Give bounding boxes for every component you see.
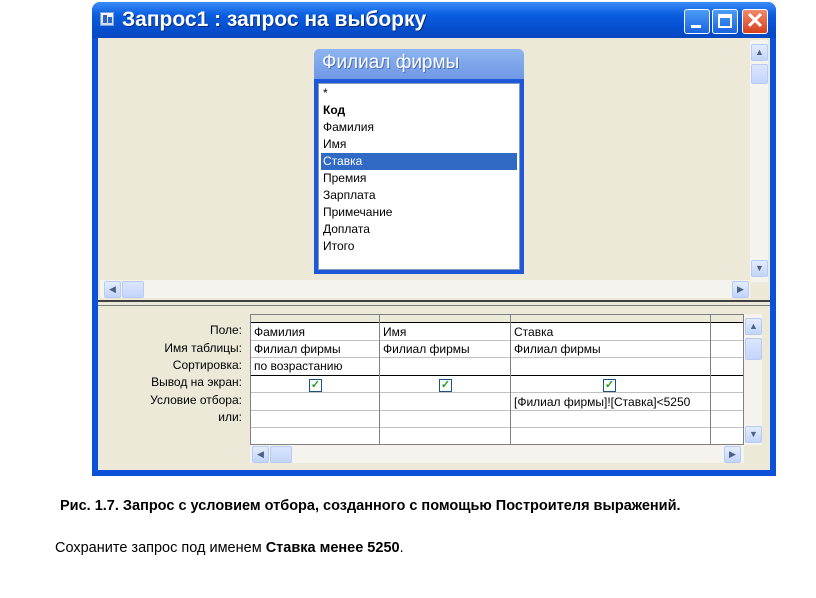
minimize-icon	[691, 25, 701, 28]
query-name: Ставка менее 5250	[265, 540, 400, 556]
design-grid-pane: Поле: Имя таблицы: Сортировка: Вывод на …	[98, 306, 770, 470]
scroll-down-button[interactable]: ▼	[745, 426, 762, 443]
or-cell[interactable]	[511, 411, 710, 428]
field-item[interactable]: Премия	[321, 170, 517, 187]
field-item-all[interactable]: *	[321, 85, 517, 102]
title-bar[interactable]: Запрос1 : запрос на выборку ✕	[92, 2, 776, 38]
scroll-thumb[interactable]	[745, 338, 762, 360]
column-selectors[interactable]	[251, 315, 743, 323]
table-cell[interactable]: Филиал фирмы	[251, 341, 379, 358]
instruction-prefix: Сохраните запрос под именем	[55, 540, 266, 556]
scroll-right-button[interactable]: ▶	[732, 281, 749, 298]
field-item-selected[interactable]: Ставка	[321, 153, 517, 170]
upper-horizontal-scrollbar[interactable]: ◀ ▶	[100, 280, 750, 298]
sort-cell[interactable]	[380, 358, 510, 375]
query-design-grid: Фамилия Филиал фирмы по возрастанию ✓ Им…	[250, 314, 744, 445]
query-icon	[100, 12, 114, 26]
field-item[interactable]: Примечание	[321, 204, 517, 221]
criteria-cell[interactable]	[380, 394, 510, 411]
instruction-suffix: .	[399, 540, 404, 556]
table-cell[interactable]: Филиал фирмы	[511, 341, 710, 358]
or-cell[interactable]	[380, 411, 510, 428]
criteria-cell[interactable]	[251, 394, 379, 411]
maximize-icon	[718, 14, 732, 28]
sort-cell[interactable]: по возрастанию	[251, 358, 379, 375]
query-window: Запрос1 : запрос на выборку ✕ Филиал фир…	[92, 2, 776, 476]
table-cell[interactable]: Филиал фирмы	[380, 341, 510, 358]
close-button[interactable]: ✕	[742, 8, 768, 34]
grid-row-divider	[251, 375, 743, 376]
close-icon: ✕	[745, 8, 765, 33]
grid-horizontal-scrollbar[interactable]: ◀ ▶	[250, 445, 744, 463]
field-item[interactable]: Имя	[321, 136, 517, 153]
or-cell[interactable]	[251, 411, 379, 428]
row-label-criteria: Условие отбора:	[150, 393, 242, 407]
grid-row-divider	[251, 392, 743, 393]
field-cell[interactable]: Фамилия	[251, 324, 379, 341]
scroll-down-button[interactable]: ▼	[751, 260, 768, 277]
criteria-cell[interactable]: [Филиал фирмы]![Ставка]<5250	[511, 394, 710, 411]
field-list: * Код Фамилия Имя Ставка Премия Зарплата…	[318, 83, 520, 270]
figure-caption: Рис. 1.7. Запрос с условием отбора, созд…	[60, 498, 681, 514]
scroll-thumb[interactable]	[751, 64, 768, 84]
window-title: Запрос1 : запрос на выборку	[122, 8, 427, 31]
scroll-up-button[interactable]: ▲	[751, 44, 768, 61]
row-label-table: Имя таблицы:	[164, 341, 242, 355]
table-pane: Филиал фирмы * Код Фамилия Имя Ставка Пр…	[98, 38, 770, 300]
row-label-show: Вывод на экран:	[151, 375, 242, 389]
scroll-left-button[interactable]: ◀	[252, 446, 269, 463]
upper-vertical-scrollbar[interactable]: ▲ ▼	[750, 40, 768, 282]
field-item[interactable]: Доплата	[321, 221, 517, 238]
show-checkbox[interactable]: ✓	[603, 379, 616, 392]
show-checkbox[interactable]: ✓	[439, 379, 452, 392]
field-list-window[interactable]: Филиал фирмы * Код Фамилия Имя Ставка Пр…	[314, 49, 524, 274]
field-list-title: Филиал фирмы	[322, 52, 460, 73]
scroll-left-button[interactable]: ◀	[104, 281, 121, 298]
scroll-right-button[interactable]: ▶	[724, 446, 741, 463]
scroll-up-button[interactable]: ▲	[745, 318, 762, 335]
minimize-button[interactable]	[684, 9, 710, 34]
grid-column-divider	[710, 315, 711, 444]
row-label-or: или:	[218, 410, 242, 424]
instruction-text: Сохраните запрос под именем Ставка менее…	[55, 540, 404, 556]
scroll-thumb[interactable]	[122, 281, 144, 298]
maximize-button[interactable]	[712, 9, 738, 34]
show-checkbox[interactable]: ✓	[309, 379, 322, 392]
row-label-sort: Сортировка:	[172, 358, 242, 372]
sort-cell[interactable]	[511, 358, 710, 375]
field-item-key[interactable]: Код	[321, 102, 517, 119]
row-label-field: Поле:	[209, 323, 242, 337]
field-item[interactable]: Фамилия	[321, 119, 517, 136]
field-item[interactable]: Итого	[321, 238, 517, 255]
grid-vertical-scrollbar[interactable]: ▲ ▼	[744, 314, 762, 445]
field-list-title-bar[interactable]: Филиал фирмы	[314, 49, 524, 79]
scroll-thumb[interactable]	[270, 446, 292, 463]
field-cell[interactable]: Имя	[380, 324, 510, 341]
field-item[interactable]: Зарплата	[321, 187, 517, 204]
field-cell[interactable]: Ставка	[511, 324, 710, 341]
